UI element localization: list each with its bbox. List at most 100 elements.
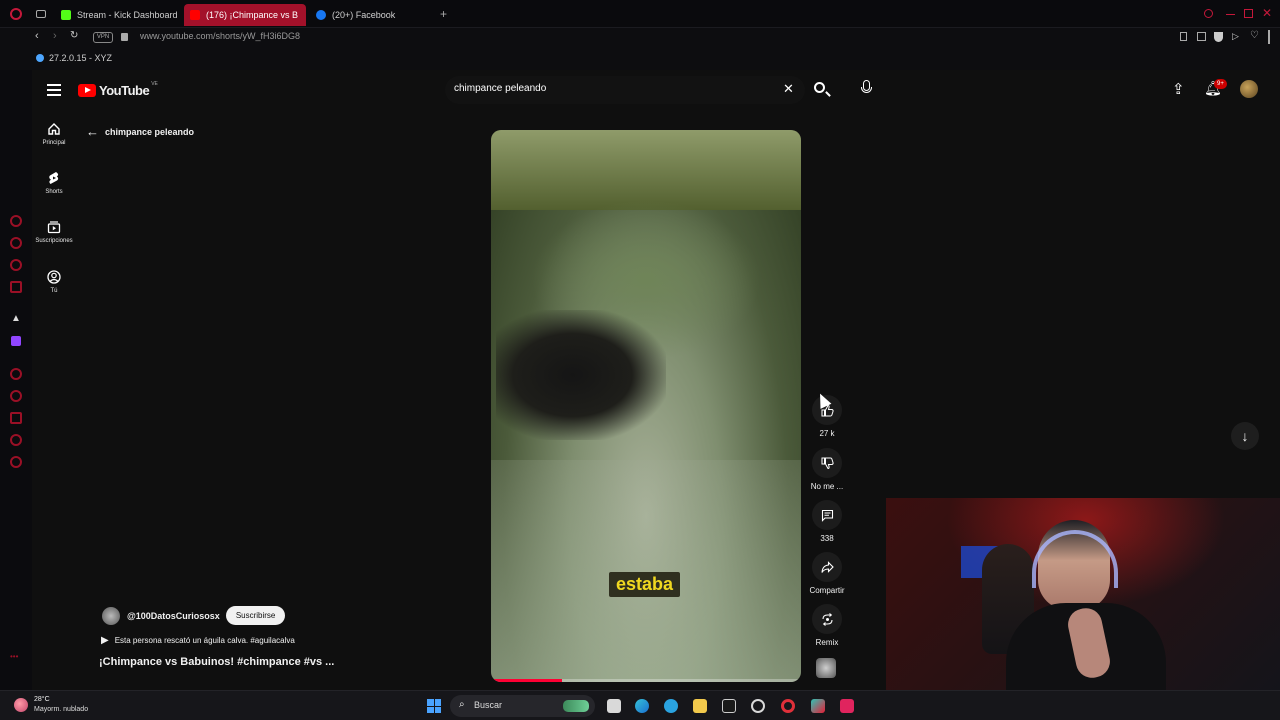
sidebar-twitch-icon[interactable]: [11, 336, 21, 346]
back-to-search[interactable]: ← chimpance peleando: [86, 124, 194, 139]
channel-avatar[interactable]: [102, 606, 120, 625]
tab-facebook[interactable]: (20+) Facebook: [310, 4, 425, 26]
extensions-menu-icon[interactable]: [1268, 30, 1270, 44]
player-icon[interactable]: ▷: [1232, 31, 1239, 42]
video-progress-track[interactable]: [491, 679, 801, 682]
opera-logo-icon[interactable]: [10, 8, 22, 20]
bookmark-item[interactable]: 27.2.0.15 - XYZ: [49, 53, 112, 63]
sidebar-more-icon[interactable]: •••: [10, 652, 18, 661]
weather-widget[interactable]: 28°C Mayorm. nublado: [10, 694, 120, 718]
dislike-action[interactable]: No me ...: [808, 448, 846, 491]
dislike-icon: [812, 448, 842, 478]
upload-icon[interactable]: ⇪: [1172, 80, 1185, 98]
windows-taskbar: 28°C Mayorm. nublado ⌕ Buscar: [0, 690, 1280, 720]
windows-start-icon[interactable]: [427, 699, 441, 713]
maximize-icon[interactable]: [1244, 9, 1253, 18]
app-icon[interactable]: [811, 699, 825, 713]
clear-search-icon[interactable]: ✕: [783, 81, 794, 97]
telegram-icon[interactable]: [664, 699, 678, 713]
taskbar-search-box[interactable]: ⌕ Buscar: [450, 695, 595, 717]
taskbar-search-label: Buscar: [474, 700, 503, 710]
sidebar-player-icon[interactable]: [10, 368, 22, 380]
nav-label: Shorts: [45, 189, 63, 195]
like-count: 27 k: [819, 429, 835, 438]
capcut-icon[interactable]: [722, 699, 736, 713]
weather-desc: Mayorm. nublado: [34, 706, 89, 713]
tab-kick-dashboard[interactable]: Stream - Kick Dashboard: [55, 4, 180, 26]
youtube-logo[interactable]: YouTube VE: [78, 81, 158, 99]
nav-item-shorts[interactable]: Shorts: [32, 171, 76, 195]
file-explorer-icon[interactable]: [693, 699, 707, 713]
video-progress-fill: [491, 679, 563, 682]
nav-label: Principal: [42, 140, 66, 146]
kick-favicon-icon: [61, 10, 71, 20]
sidebar-extensions-icon[interactable]: [10, 434, 22, 446]
comment-icon: [812, 500, 842, 530]
hamburger-menu-icon[interactable]: [47, 84, 61, 96]
opera-sidebar: ▲ •••: [0, 70, 32, 690]
sidebar-whatsapp-icon[interactable]: [10, 259, 22, 271]
weather-icon: [14, 698, 28, 712]
favorites-heart-icon[interactable]: ♡: [1250, 30, 1259, 41]
vpn-badge[interactable]: VPN: [93, 32, 113, 43]
short-video-player[interactable]: estaba: [491, 130, 801, 682]
subscribe-button[interactable]: Suscribirse: [225, 606, 286, 625]
sound-thumbnail[interactable]: [816, 658, 836, 678]
voice-search-button[interactable]: [859, 80, 875, 100]
snapshot-icon[interactable]: [1197, 32, 1206, 41]
facebook-favicon-icon: [316, 10, 326, 20]
short-title[interactable]: ¡Chimpance vs Babuinos! #chimpance #vs .…: [99, 656, 334, 668]
task-view-icon[interactable]: [607, 699, 621, 713]
bookmarks-bar: 27.2.0.15 - XYZ: [0, 48, 1280, 70]
sidebar-aria-icon[interactable]: [10, 215, 22, 227]
youtube-favicon-icon: [190, 10, 200, 20]
remix-action[interactable]: Remix: [808, 604, 846, 647]
sidebar-downloads-icon[interactable]: [10, 412, 22, 424]
back-icon[interactable]: ‹: [35, 30, 39, 42]
tab-label: (176) ¡Chimpance vs B: [206, 10, 299, 20]
next-short-button[interactable]: ↓: [1231, 422, 1259, 450]
channel-name[interactable]: @100DatosCuriososx: [127, 611, 220, 621]
opera-icon[interactable]: [781, 699, 795, 713]
search-button[interactable]: [812, 80, 832, 100]
taskbar-search-icon: ⌕: [459, 699, 465, 710]
close-window-icon[interactable]: ✕: [1262, 6, 1272, 20]
opera-gx-icon[interactable]: [751, 699, 765, 713]
tab-youtube-short[interactable]: (176) ¡Chimpance vs B: [184, 4, 306, 26]
sidebar-arrow-icon[interactable]: ▲: [11, 313, 21, 324]
comments-action[interactable]: 338: [808, 500, 846, 543]
nav-label: Suscripciones: [35, 238, 73, 244]
channel-row: @100DatosCuriososx Suscribirse: [102, 606, 286, 625]
shorts-icon: [49, 172, 59, 184]
sidebar-history-icon[interactable]: [10, 390, 22, 402]
minimize-icon[interactable]: [1226, 14, 1235, 15]
search-input[interactable]: chimpance peleando: [454, 83, 774, 94]
nav-item-home[interactable]: Principal: [32, 122, 76, 146]
sidebar-messenger-icon[interactable]: [10, 237, 22, 249]
sidebar-telegram-icon[interactable]: [10, 281, 22, 293]
adblock-shield-icon[interactable]: [1214, 32, 1223, 42]
workspaces-icon[interactable]: [36, 10, 46, 18]
search-highlight-icon: [563, 700, 589, 712]
video-chimpanzee-shape: [496, 310, 666, 440]
play-icon: ▶: [101, 635, 109, 646]
reload-icon[interactable]: ↻: [70, 30, 78, 41]
edge-icon[interactable]: [635, 699, 649, 713]
nav-item-subscriptions[interactable]: Suscripciones: [32, 220, 76, 244]
url-field[interactable]: www.youtube.com/shorts/yW_fH3i6DG8: [140, 31, 300, 41]
share-icon: [812, 552, 842, 582]
forward-icon[interactable]: ›: [53, 30, 57, 42]
notification-count-badge: 9+: [1214, 79, 1227, 89]
new-tab-icon[interactable]: +: [440, 7, 447, 21]
linked-video-row[interactable]: ▶ Esta persona rescató un águila calva. …: [101, 635, 295, 646]
share-label: Compartir: [809, 586, 845, 595]
tiktok-icon[interactable]: [840, 699, 854, 713]
share-action[interactable]: Compartir: [808, 552, 846, 595]
account-avatar[interactable]: [1240, 80, 1258, 98]
nav-label: Tú: [50, 288, 58, 294]
sidebar-settings-icon[interactable]: [10, 456, 22, 468]
search-tabs-icon[interactable]: [1204, 9, 1213, 18]
youtube-wordmark: YouTube: [99, 82, 150, 98]
nav-item-you[interactable]: Tú: [32, 270, 76, 294]
pin-icon[interactable]: [1180, 32, 1187, 41]
